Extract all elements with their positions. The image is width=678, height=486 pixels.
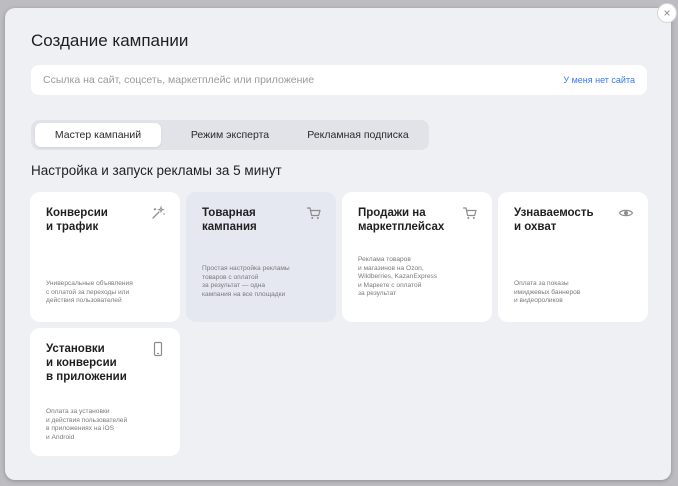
card-description: Простая настройка рекламы товаров с опла… <box>202 265 290 298</box>
card-description: Универсальные объявления с оплатой за пе… <box>46 280 133 305</box>
url-input[interactable] <box>43 65 523 95</box>
card-description: Оплата за установки и действия пользоват… <box>46 408 128 441</box>
url-field[interactable]: У меня нет сайта <box>31 65 647 95</box>
close-button[interactable]: × <box>657 3 677 23</box>
tab-expert-mode[interactable]: Режим эксперта <box>171 123 289 147</box>
mode-tabs: Мастер кампаний Режим эксперта Рекламная… <box>31 120 429 150</box>
card-title: Конверсии и трафик <box>46 207 108 233</box>
card-title: Узнаваемость и охват <box>514 207 594 233</box>
card-product-campaign[interactable]: Товарная кампания Простая настройка рекл… <box>186 192 336 322</box>
card-marketplace-sales[interactable]: Продажи на маркетплейсах Реклама товаров… <box>342 192 492 322</box>
cart-icon <box>462 207 477 219</box>
modal-title: Создание кампании <box>31 31 189 50</box>
tab-ad-subscription[interactable]: Рекламная подписка <box>293 123 423 147</box>
tab-campaign-master[interactable]: Мастер кампаний <box>35 123 161 147</box>
card-description: Оплата за показы имиджевых баннеров и ви… <box>514 280 581 305</box>
card-description: Реклама товаров и магазинов на Ozon, Wil… <box>358 256 438 298</box>
card-title: Товарная кампания <box>202 207 257 233</box>
close-icon: × <box>663 6 671 20</box>
card-title: Установки и конверсии в приложении <box>46 343 127 383</box>
section-title: Настройка и запуск рекламы за 5 минут <box>31 163 282 178</box>
cart-icon <box>306 207 321 219</box>
card-conversions-traffic[interactable]: Конверсии и трафик Универсальные объявле… <box>30 192 180 322</box>
card-app-installs[interactable]: Установки и конверсии в приложении Оплат… <box>30 328 180 456</box>
card-awareness-reach[interactable]: Узнаваемость и охват Оплата за показы им… <box>498 192 648 322</box>
no-site-link[interactable]: У меня нет сайта <box>563 65 635 95</box>
magic-wand-icon <box>152 205 165 219</box>
create-campaign-modal: Создание кампании У меня нет сайта Масте… <box>5 8 671 480</box>
eye-icon <box>618 209 634 217</box>
card-title: Продажи на маркетплейсах <box>358 207 445 233</box>
phone-icon <box>153 341 163 357</box>
